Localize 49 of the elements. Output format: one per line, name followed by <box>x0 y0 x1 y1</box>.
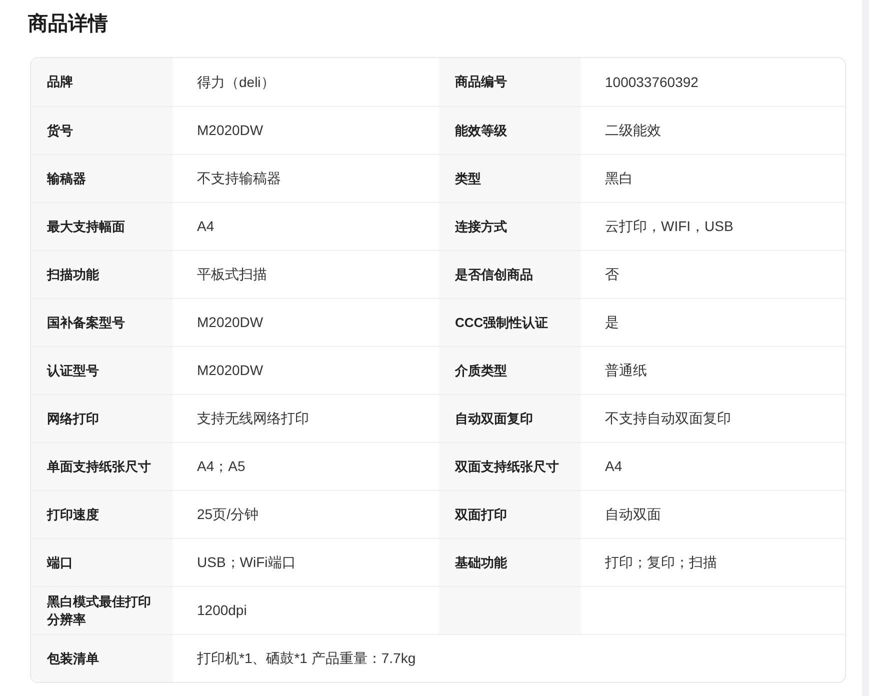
spec-label: 双面支持纸张尺寸 <box>439 443 581 490</box>
spec-value: M2020DW <box>196 121 264 140</box>
spec-value: 云打印，WIFI，USB <box>604 217 734 236</box>
spec-value: A4；A5 <box>196 457 246 476</box>
spec-value: USB；WiFi端口 <box>196 553 297 572</box>
spec-label: 端口 <box>31 539 173 586</box>
spec-value: 打印机*1、硒鼓*1 产品重量：7.7kg <box>196 649 417 668</box>
spec-label: 认证型号 <box>31 347 173 394</box>
spec-label: 连接方式 <box>439 203 581 250</box>
spec-label: 品牌 <box>31 58 173 106</box>
section-title: 商品详情 <box>28 12 109 37</box>
spec-label: 介质类型 <box>439 347 581 394</box>
spec-value: 普通纸 <box>604 361 648 380</box>
spec-value: 否 <box>604 265 620 284</box>
spec-label: 自动双面复印 <box>439 395 581 442</box>
spec-value: M2020DW <box>196 313 264 332</box>
spec-label: 包装清单 <box>31 635 173 682</box>
spec-value: M2020DW <box>196 361 264 380</box>
spec-value: 不支持输稿器 <box>196 169 282 188</box>
spec-label: 商品编号 <box>439 58 581 106</box>
spec-value: A4 <box>196 217 216 236</box>
spec-label: 单面支持纸张尺寸 <box>31 443 173 490</box>
spec-value: 不支持自动双面复印 <box>604 409 732 428</box>
spec-label: 是否信创商品 <box>439 251 581 298</box>
spec-value: 是 <box>604 313 620 332</box>
spec-label: 双面打印 <box>439 491 581 538</box>
spec-label: 黑白模式最佳打印分辨率 <box>31 587 173 634</box>
spec-label: 货号 <box>31 107 173 154</box>
spec-label: 能效等级 <box>439 107 581 154</box>
spec-value: 支持无线网络打印 <box>196 409 310 428</box>
spec-label: CCC强制性认证 <box>439 299 581 346</box>
spec-value: 100033760392 <box>604 72 700 92</box>
spec-value: A4 <box>604 457 624 476</box>
spec-value: 黑白 <box>604 169 634 188</box>
spec-value: 1200dpi <box>196 601 248 620</box>
spec-value: 25页/分钟 <box>196 505 260 524</box>
spec-label: 网络打印 <box>31 395 173 442</box>
spec-value: 二级能效 <box>604 121 662 140</box>
spec-label: 输稿器 <box>31 155 173 202</box>
spec-label: 扫描功能 <box>31 251 173 298</box>
spec-value: 打印；复印；扫描 <box>604 553 718 572</box>
spec-value: 自动双面 <box>604 505 662 524</box>
spec-label: 打印速度 <box>31 491 173 538</box>
spec-value: 得力（deli） <box>196 72 276 92</box>
spec-value: 平板式扫描 <box>196 265 268 284</box>
spec-label: 类型 <box>439 155 581 202</box>
spec-label: 基础功能 <box>439 539 581 586</box>
spec-label: 最大支持幅面 <box>31 203 173 250</box>
spec-label: 国补备案型号 <box>31 299 173 346</box>
